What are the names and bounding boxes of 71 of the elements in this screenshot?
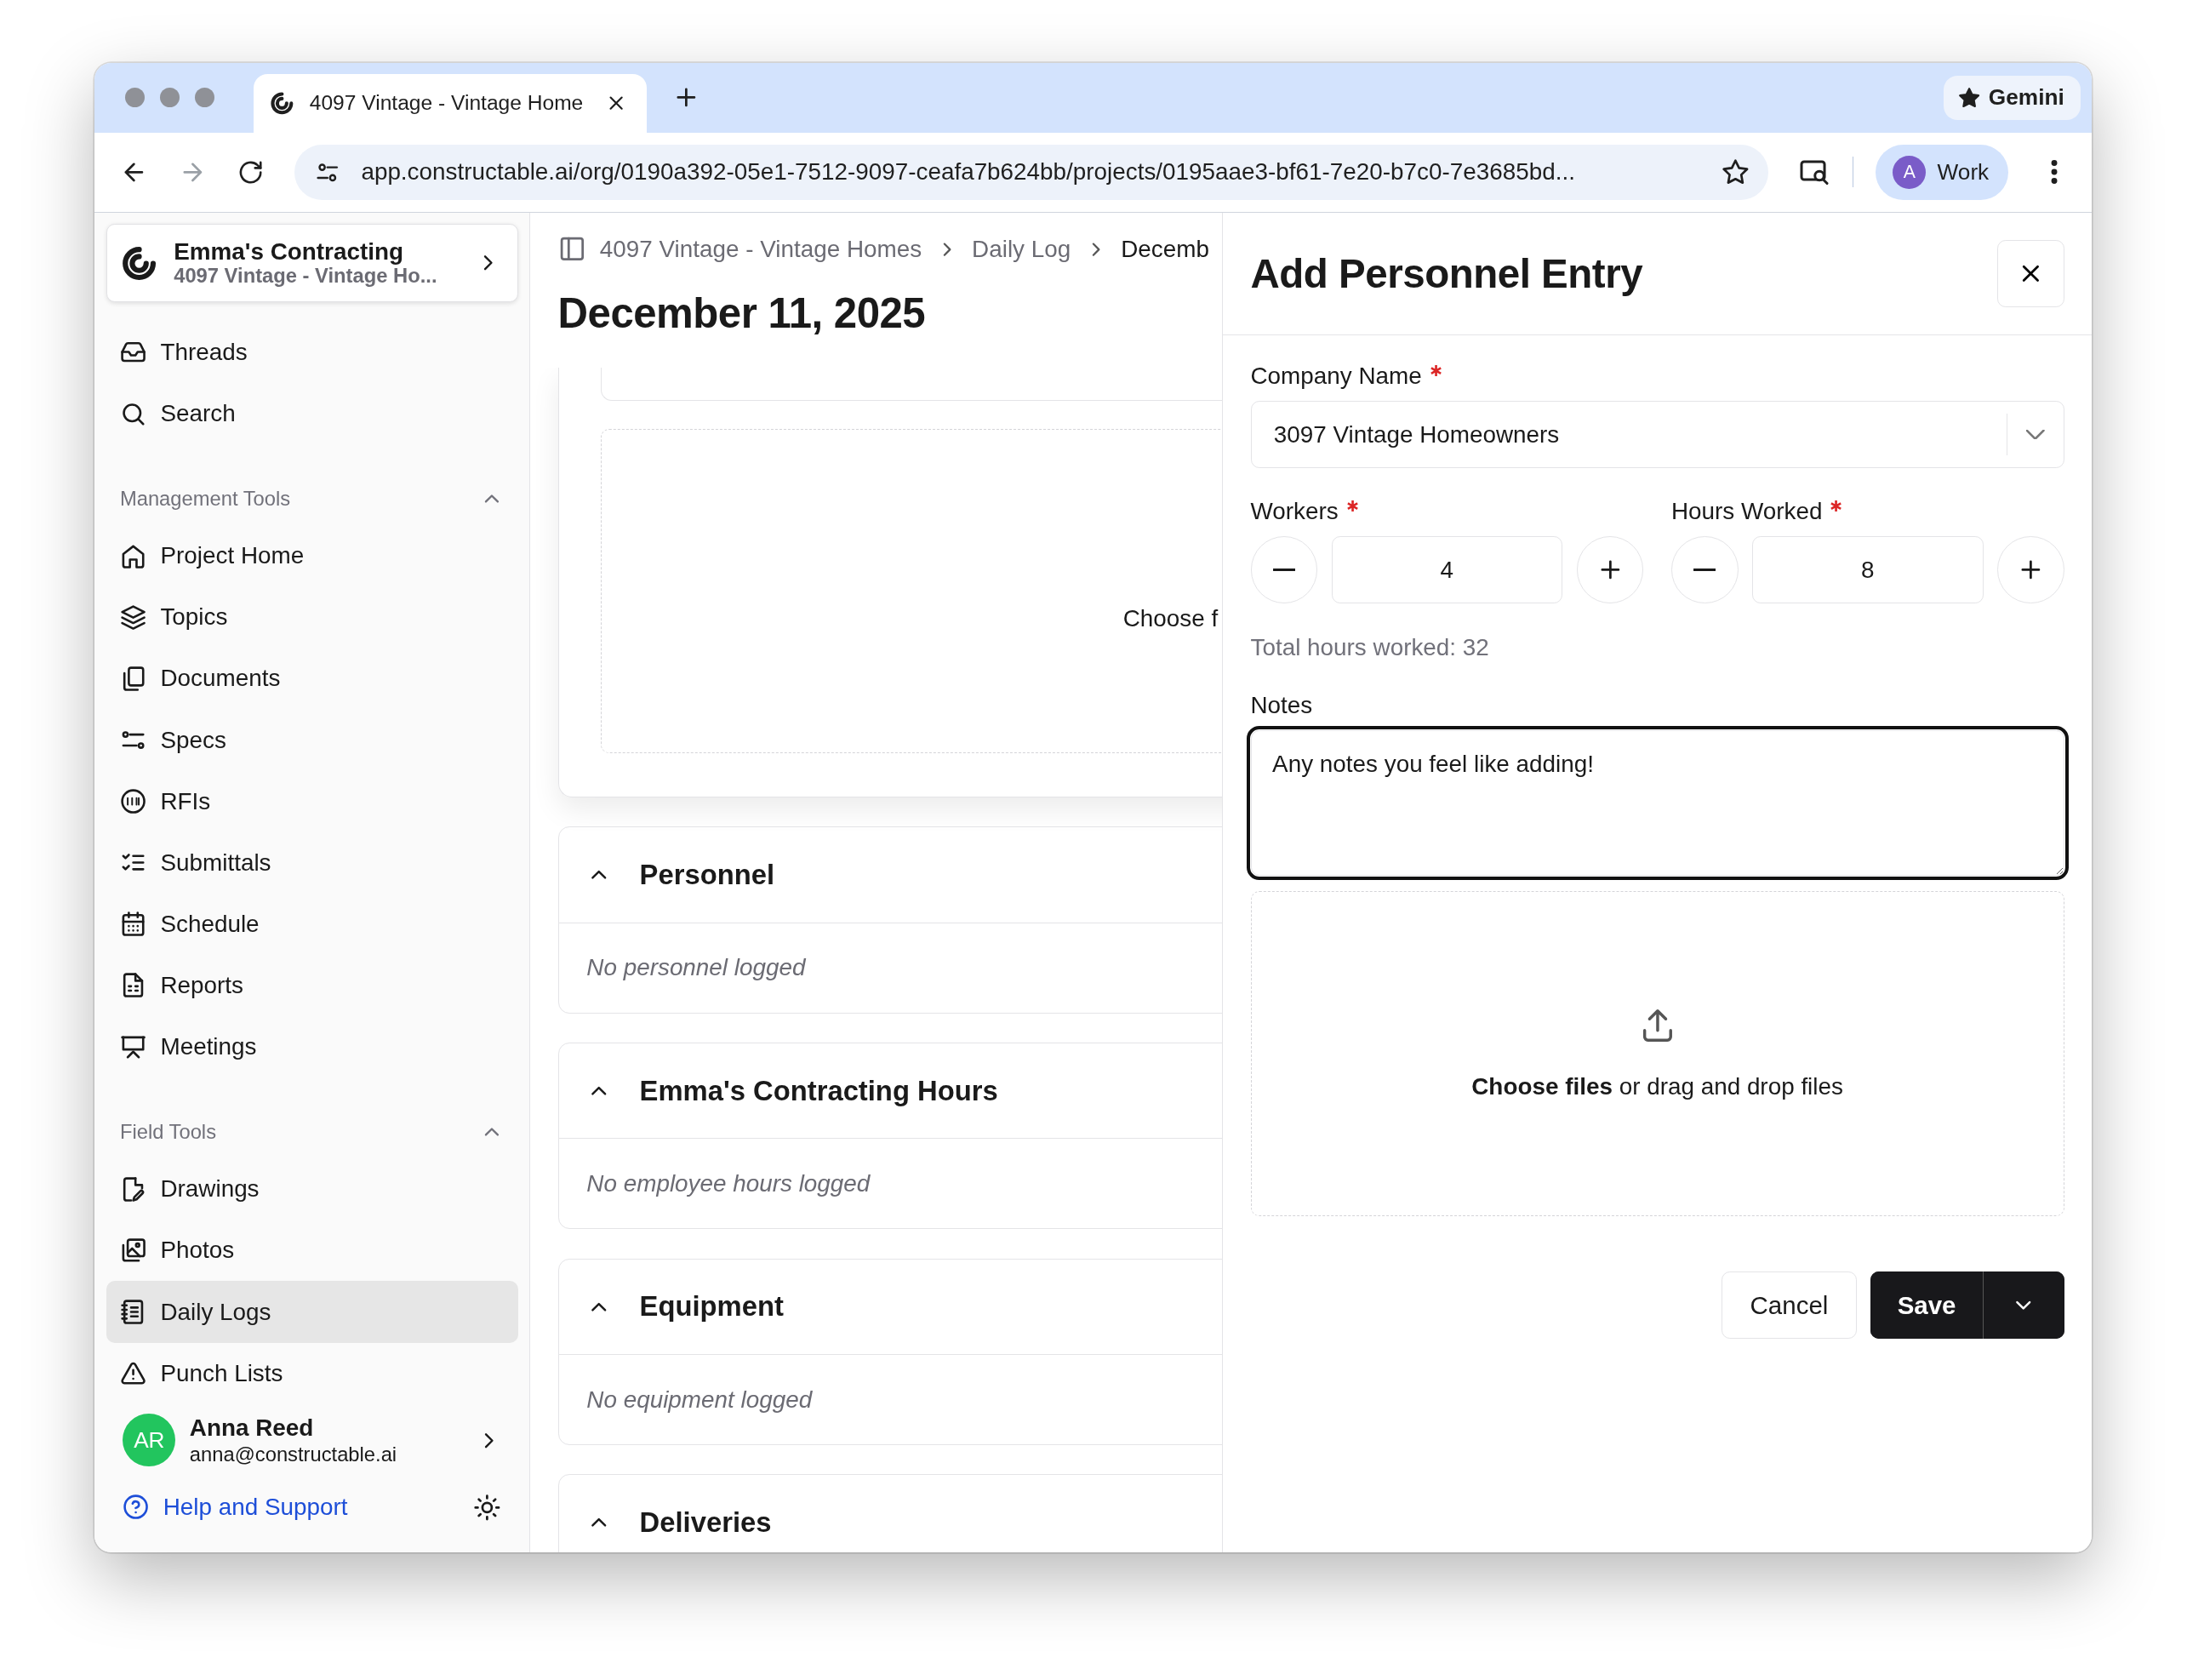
user-menu[interactable]: AR Anna Reed anna@constructable.ai <box>106 1403 518 1477</box>
minus-icon <box>1272 569 1295 572</box>
sidebar-item[interactable]: Project Home <box>106 525 518 587</box>
breadcrumb-link[interactable]: Decemb <box>1121 235 1209 263</box>
section-title: Emma's Contracting Hours <box>639 1074 998 1107</box>
sidebar-item[interactable]: Punch Lists <box>106 1342 518 1404</box>
user-email: anna@constructable.ai <box>189 1442 398 1467</box>
sidebar-item[interactable]: Schedule <box>106 893 518 955</box>
window-close-dot[interactable] <box>125 88 146 108</box>
window-minimize-dot[interactable] <box>160 88 180 108</box>
help-link[interactable]: Help and Support <box>123 1493 348 1521</box>
breadcrumb-link[interactable]: Daily Log <box>972 235 1071 263</box>
sparkle-icon <box>1957 86 1980 109</box>
section-title: Equipment <box>639 1290 784 1323</box>
empty-message: No equipment logged <box>586 1386 813 1414</box>
sidebar-item[interactable]: Specs <box>106 709 518 771</box>
help-icon <box>123 1494 150 1521</box>
sidebar-item[interactable]: Daily Logs <box>106 1281 518 1343</box>
tab-title: 4097 Vintage - Vintage Home <box>309 91 585 116</box>
sidebar-item[interactable]: Search <box>106 383 518 445</box>
sun-icon[interactable] <box>473 1493 502 1522</box>
page-title: December 11, 2025 <box>557 288 927 337</box>
section-heading: Field Tools <box>119 1120 216 1145</box>
profile-button[interactable]: A Work <box>1876 144 2009 201</box>
close-button[interactable] <box>1997 240 2064 308</box>
sidebar-item[interactable]: Reports <box>106 954 518 1017</box>
empty-message: No personnel logged <box>586 954 806 982</box>
bookmark-star-icon[interactable] <box>1721 158 1750 186</box>
sidebar-item[interactable]: RFIs <box>106 770 518 832</box>
address-bar[interactable]: app.constructable.ai/org/0190a392-05e1-7512-9097-ceafa7b624bb/projects/0195aae3-bf61-7e20-b7c0-7e3685bd... <box>294 144 1769 201</box>
field-label: Notes <box>1250 691 1313 719</box>
warning-icon <box>119 1360 147 1387</box>
minus-icon <box>1693 569 1716 572</box>
chevron-down-icon <box>2026 429 2045 440</box>
sidebar-item[interactable]: Photos <box>106 1220 518 1282</box>
sidebar-item[interactable]: Documents <box>106 648 518 710</box>
layers-icon <box>119 603 147 631</box>
section-title: Personnel <box>639 858 774 891</box>
circle-icon <box>119 788 147 815</box>
user-avatar: AR <box>123 1414 176 1467</box>
sidebar-item[interactable]: Threads <box>106 321 518 384</box>
project-name: 4097 Vintage - Vintage Ho... <box>174 265 438 288</box>
company-select[interactable]: 3097 Vintage Homeowners <box>1250 401 2064 468</box>
upload-hint: Choose f <box>1122 605 1219 633</box>
sidebar-item[interactable]: Drawings <box>106 1158 518 1220</box>
field-label: Workers <box>1250 497 1339 525</box>
breadcrumb-link[interactable]: 4097 Vintage - Vintage Homes <box>599 235 922 263</box>
number-field[interactable]: 8 <box>1752 536 1984 603</box>
field-label: Hours Worked <box>1671 497 1823 525</box>
cancel-button[interactable]: Cancel <box>1721 1271 1858 1339</box>
org-name: Emma's Contracting <box>174 238 404 266</box>
gemini-button[interactable]: Gemini <box>1944 75 2081 120</box>
dropzone-text: Choose files or drag and drop files <box>1471 1073 1843 1100</box>
org-switcher[interactable]: Emma's Contracting 4097 Vintage - Vintage Ho... <box>106 224 518 302</box>
number-field[interactable]: 4 <box>1331 536 1563 603</box>
sidebar-item[interactable]: Meetings <box>106 1016 518 1078</box>
empty-message: No employee hours logged <box>586 1169 871 1197</box>
section-title: Deliveries <box>639 1506 772 1540</box>
drawer-title: Add Personnel Entry <box>1250 250 1643 298</box>
profile-avatar: A <box>1893 155 1927 190</box>
sidebar-item[interactable]: Submittals <box>106 831 518 894</box>
url-text: app.constructable.ai/org/0190a392-05e1-7512-9097-ceafa7b624bb/projects/0195aae3-bf61-7e20-b7c0-7e3685bd... <box>361 158 1576 186</box>
file-dropzone[interactable]: Choose files or drag and drop files <box>1250 890 2064 1216</box>
total-hours-text: Total hours worked: 32 <box>1250 634 1490 662</box>
user-name: Anna Reed <box>189 1414 315 1443</box>
browser-tab[interactable]: 4097 Vintage - Vintage Home <box>254 73 648 133</box>
window-maximize-dot[interactable] <box>195 88 215 108</box>
sidebar-item[interactable]: Topics <box>106 586 518 649</box>
section-heading: Management Tools <box>119 487 291 511</box>
field-label: Company Name <box>1250 362 1422 390</box>
save-options-button[interactable] <box>1982 1271 2064 1339</box>
